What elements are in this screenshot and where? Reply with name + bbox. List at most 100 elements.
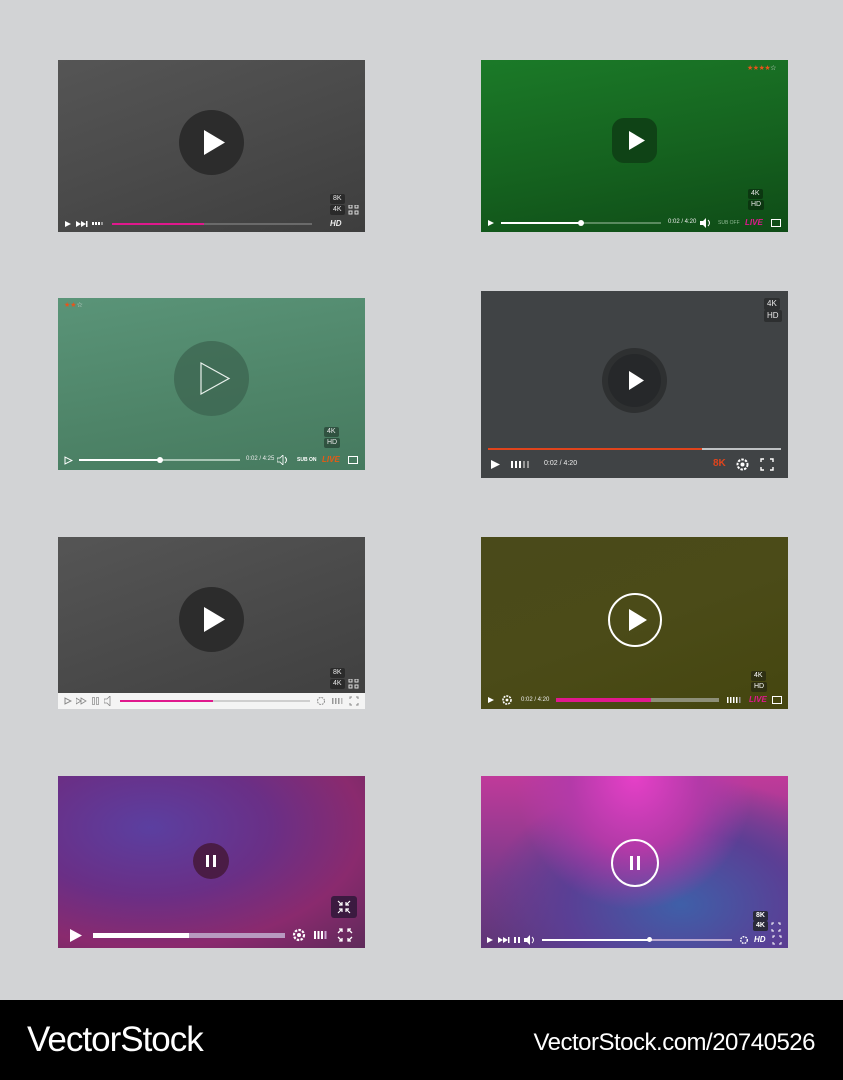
control-bar: 0:02 / 4:25 SUB ON LIVE — [58, 452, 365, 470]
star-icon[interactable]: ☆ — [770, 65, 776, 72]
hd-label[interactable]: HD — [330, 219, 342, 228]
progress-fill — [93, 933, 189, 938]
video-player-3[interactable]: ★★☆ 4K HD 0:02 / 4:25 SUB ON LIVE — [58, 298, 365, 470]
live-label[interactable]: LIVE — [745, 218, 763, 227]
video-player-6[interactable]: 4K HD 0:02 / 4:20 LIVE — [481, 537, 788, 709]
quality-badge-8k[interactable]: 8K — [330, 194, 345, 204]
live-label[interactable]: LIVE — [322, 455, 340, 464]
progress-knob[interactable] — [647, 937, 652, 942]
volume-icon[interactable] — [700, 218, 712, 228]
big-play-button[interactable] — [608, 593, 662, 647]
progress-fill — [488, 448, 702, 450]
progress-track[interactable] — [542, 937, 732, 942]
volume-icon[interactable] — [92, 221, 106, 227]
skip-forward-icon[interactable] — [76, 220, 88, 228]
exit-fullscreen-button[interactable] — [331, 896, 357, 918]
progress-track[interactable] — [120, 700, 310, 702]
progress-track[interactable] — [488, 448, 781, 450]
volume-icon[interactable] — [277, 455, 289, 465]
screen-mode-icon[interactable] — [348, 456, 358, 464]
big-pause-button[interactable] — [193, 843, 229, 879]
play-icon[interactable] — [490, 459, 501, 470]
star-icon[interactable]: ☆ — [77, 302, 83, 309]
quality-badge-8k[interactable]: 8K — [330, 668, 345, 678]
progress-knob[interactable] — [578, 220, 584, 226]
big-play-button[interactable] — [602, 348, 667, 413]
progress-track[interactable] — [556, 698, 719, 702]
control-bar — [58, 924, 365, 948]
fullscreen-icon[interactable] — [772, 935, 782, 945]
hd-label[interactable]: HD — [754, 935, 766, 944]
progress-track[interactable] — [501, 220, 661, 226]
fullscreen-icon[interactable] — [348, 679, 360, 689]
video-player-5[interactable]: 8K 4K — [58, 537, 365, 709]
settings-gear-icon[interactable] — [501, 694, 513, 706]
play-icon[interactable] — [487, 219, 495, 227]
progress-track[interactable] — [112, 223, 312, 225]
screen-mode-icon[interactable] — [771, 219, 781, 227]
skip-forward-icon[interactable] — [498, 936, 510, 944]
live-label[interactable]: LIVE — [749, 695, 767, 704]
quality-badge-hd[interactable]: HD — [764, 310, 782, 322]
quality-badge-4k[interactable]: 4K — [753, 921, 768, 931]
quality-badge-4k[interactable]: 4K — [324, 427, 339, 437]
quality-badge-4k[interactable]: 4K — [764, 298, 780, 310]
time-display: 0:02 / 4:20 — [544, 460, 578, 467]
control-bar — [58, 693, 365, 709]
progress-track[interactable] — [79, 457, 240, 463]
quality-badge-4k[interactable]: 4K — [330, 205, 345, 215]
pause-icon[interactable] — [92, 697, 99, 705]
play-icon[interactable] — [487, 696, 495, 704]
skip-forward-icon[interactable] — [76, 697, 88, 705]
big-play-button[interactable] — [612, 118, 657, 163]
rating-stars[interactable]: ★★★★☆ — [747, 64, 776, 72]
quality-badge-4k[interactable]: 4K — [751, 671, 766, 681]
control-bar: HD — [481, 932, 788, 948]
fullscreen-icon[interactable] — [760, 458, 774, 471]
volume-icon[interactable] — [104, 696, 116, 706]
volume-bars-icon[interactable] — [727, 696, 743, 704]
big-play-button[interactable] — [179, 587, 244, 652]
play-outline-icon[interactable] — [64, 456, 73, 465]
quality-label[interactable]: 8K — [713, 458, 726, 469]
big-play-button[interactable] — [179, 110, 244, 175]
play-outline-icon — [200, 361, 231, 396]
big-play-button[interactable] — [174, 341, 249, 416]
progress-track[interactable] — [93, 933, 285, 938]
settings-gear-icon[interactable] — [291, 927, 307, 943]
volume-bars-icon[interactable] — [332, 697, 344, 705]
fullscreen-icon[interactable] — [349, 696, 359, 706]
volume-bars-icon[interactable] — [511, 460, 533, 469]
subtitles-toggle[interactable]: SUB ON — [297, 457, 316, 463]
big-pause-button[interactable] — [611, 839, 659, 887]
play-icon[interactable] — [64, 220, 72, 228]
control-bar: 0:02 / 4:20 SUB OFF LIVE — [481, 214, 788, 232]
progress-fill — [542, 939, 651, 941]
quality-badge-4k[interactable]: 4K — [748, 189, 763, 199]
settings-gear-icon[interactable] — [739, 935, 749, 945]
subtitles-toggle[interactable]: SUB OFF — [718, 220, 740, 226]
control-bar: HD — [58, 216, 365, 232]
pause-icon[interactable] — [514, 936, 520, 944]
screen-mode-icon[interactable] — [772, 696, 782, 704]
video-player-1[interactable]: 8K 4K HD — [58, 60, 365, 232]
quality-badge-hd[interactable]: HD — [748, 200, 765, 210]
play-outline-icon[interactable] — [64, 697, 72, 705]
volume-bars-icon[interactable] — [314, 930, 328, 940]
fullscreen-icon[interactable] — [771, 922, 781, 932]
settings-gear-icon[interactable] — [316, 696, 326, 706]
quality-badge-4k[interactable]: 4K — [330, 679, 345, 689]
settings-gear-icon[interactable] — [735, 457, 750, 472]
volume-icon[interactable] — [524, 935, 536, 945]
video-player-2[interactable]: ★★★★☆ 4K HD 0:02 / 4:20 SUB OFF LIVE — [481, 60, 788, 232]
video-player-4[interactable]: 4K HD 0:02 / 4:20 8K — [481, 291, 788, 478]
quality-badge-8k[interactable]: 8K — [753, 911, 768, 921]
quality-badge-hd[interactable]: HD — [324, 438, 341, 448]
video-player-7[interactable] — [58, 776, 365, 948]
progress-knob[interactable] — [157, 457, 163, 463]
play-icon[interactable] — [69, 928, 83, 943]
rating-stars[interactable]: ★★☆ — [64, 301, 83, 309]
video-player-8[interactable]: 8K 4K HD — [481, 776, 788, 948]
fullscreen-icon[interactable] — [336, 927, 354, 943]
play-icon[interactable] — [486, 936, 494, 944]
